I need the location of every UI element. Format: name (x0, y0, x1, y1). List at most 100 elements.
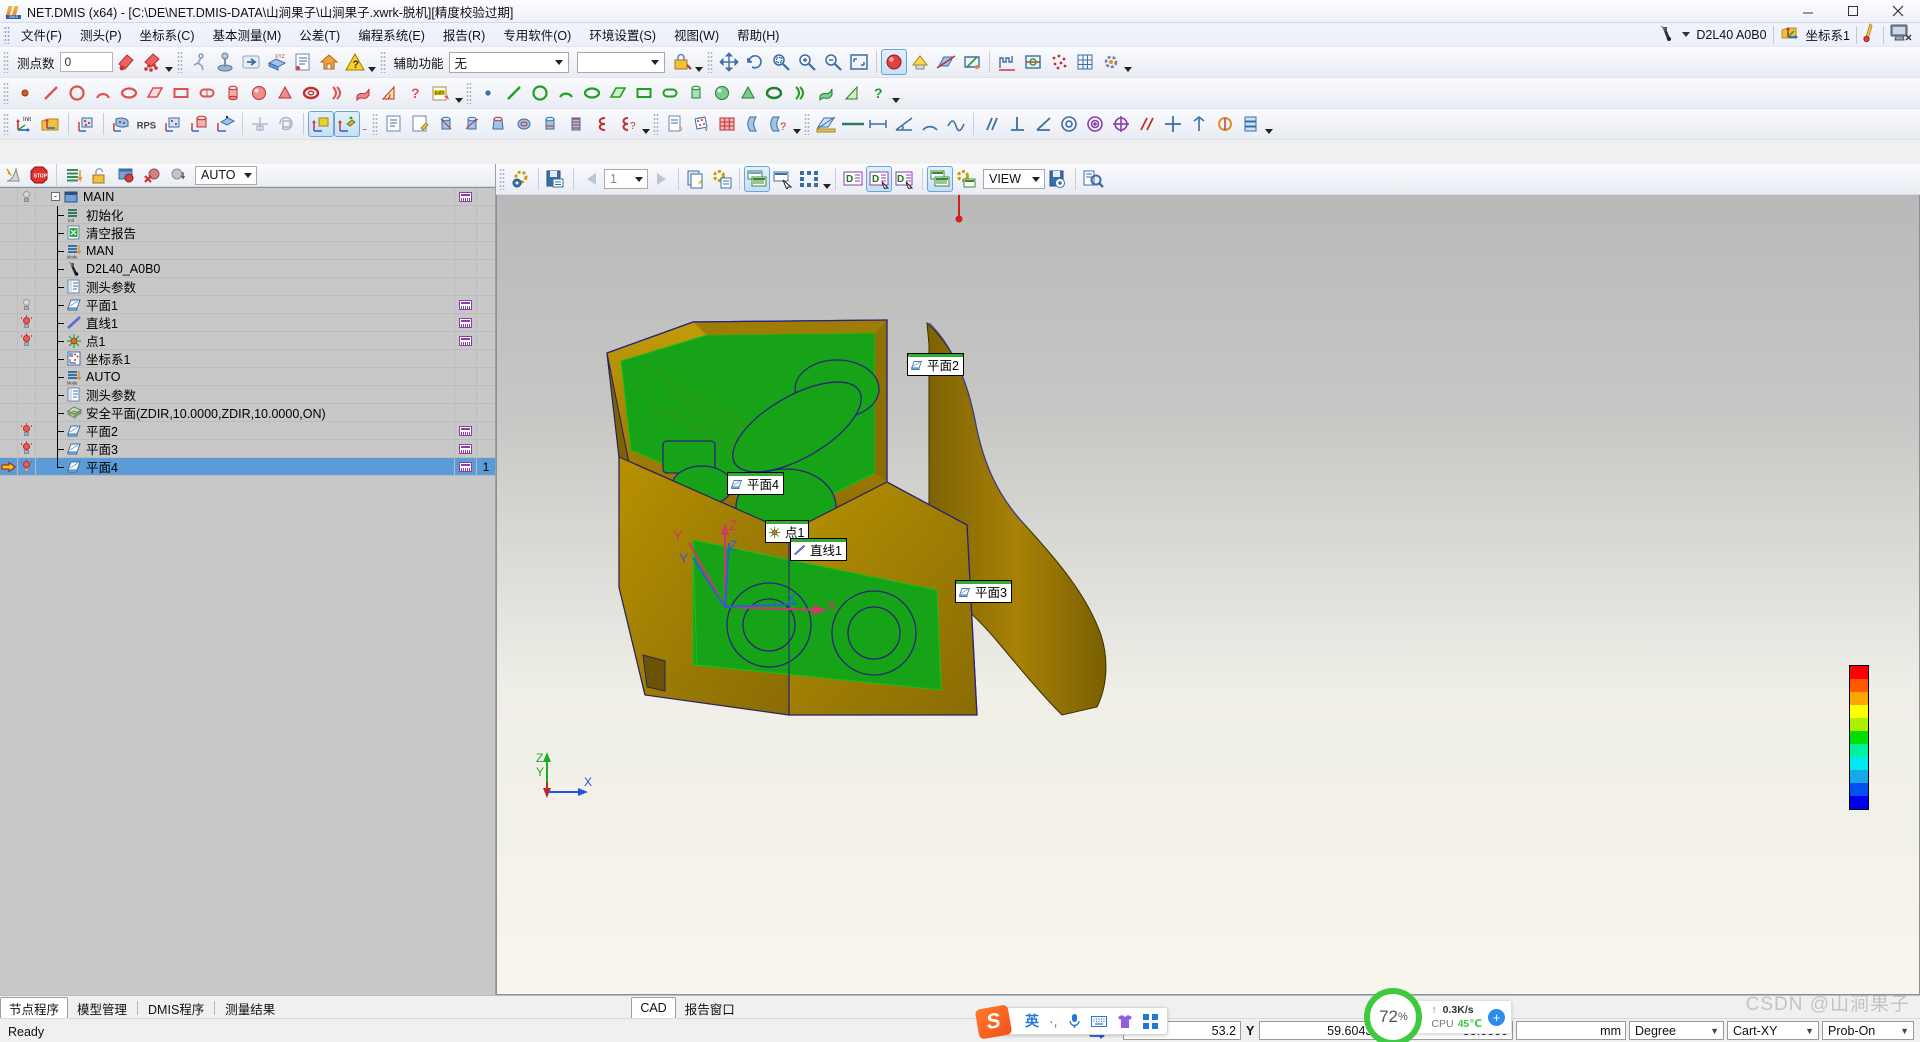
show-labels-icon[interactable] (744, 166, 770, 192)
dim-tool-icon[interactable] (865, 111, 891, 137)
tree-row[interactable]: Mode AUTO (0, 367, 495, 386)
torus-feature-icon[interactable] (298, 80, 324, 106)
angle-unit-combo[interactable]: Degree ▼ (1629, 1021, 1724, 1040)
circularity-icon[interactable] (1056, 111, 1082, 137)
toolbar-grip[interactable] (706, 51, 713, 73)
menu-file[interactable]: 文件(F) (12, 22, 71, 47)
pick-label-icon[interactable] (770, 166, 796, 192)
cone-meas-icon[interactable] (485, 111, 511, 137)
cube-align-icon[interactable] (308, 111, 334, 137)
save-disk-icon[interactable] (1045, 166, 1071, 192)
program-order-icon[interactable] (61, 162, 87, 188)
align-axis-icon[interactable] (247, 111, 273, 137)
tree-node-body[interactable]: 安全平面(ZDIR,10.0000,ZDIR,10.0000,ON) (36, 403, 455, 422)
keyboard-icon[interactable] (1090, 1015, 1107, 1028)
tab-dmis-program[interactable]: DMIS程序 (139, 997, 213, 1018)
tree-row[interactable]: 坐标系1 (0, 349, 495, 368)
cad-feature-label[interactable]: 平面4 (727, 472, 784, 495)
toolbar-overflow-button[interactable]: − (360, 112, 369, 136)
chevron-down-icon[interactable] (1682, 32, 1691, 37)
unknown-feature-icon[interactable]: ? (402, 80, 428, 106)
edge-auto-icon[interactable] (839, 80, 865, 106)
load-coordsys-icon[interactable] (38, 111, 64, 137)
rps-coordsys-icon[interactable]: RPS (134, 111, 160, 137)
line-feature-icon[interactable] (38, 80, 64, 106)
cube-coordsys-icon[interactable] (73, 111, 99, 137)
init-coordsys-icon[interactable]: Init (12, 111, 38, 137)
tree-node-body[interactable]: - MAIN (36, 188, 455, 206)
plane-feature-icon[interactable] (142, 80, 168, 106)
toolbar-overflow-button[interactable] (792, 112, 801, 136)
probe-head-icon[interactable] (1658, 25, 1676, 45)
cad-settings-icon[interactable] (508, 166, 534, 192)
expand-plus-icon[interactable]: + (1488, 1008, 1505, 1026)
sphere-meas-icon[interactable] (511, 111, 537, 137)
report-toggle-icon[interactable] (455, 331, 477, 350)
copy-settings-icon[interactable] (709, 166, 735, 192)
surface-patch-icon[interactable] (740, 111, 766, 137)
chevron-down-icon[interactable] (551, 53, 568, 72)
grid-icon[interactable] (1072, 49, 1098, 75)
surface-coordsys-icon[interactable] (212, 111, 238, 137)
rotate-coordsys-icon[interactable] (273, 111, 299, 137)
axis-align-icon[interactable] (334, 111, 360, 137)
probe-parameter-icon[interactable] (290, 49, 316, 75)
fit-view-icon[interactable] (846, 49, 872, 75)
toolbar-overflow-button[interactable] (368, 50, 377, 74)
program-tree[interactable]: - MAIN Init 初始化 清空报告 Mode MAN D2L40_A0B0 测头参数 平面1… (0, 187, 495, 995)
report-toggle-icon[interactable] (455, 457, 477, 476)
measured-points-input[interactable] (59, 52, 113, 72)
surface-feature-icon[interactable] (350, 80, 376, 106)
tree-row[interactable]: 平面3 (0, 439, 495, 458)
arc-feature-icon[interactable] (90, 80, 116, 106)
chevron-down-icon[interactable] (647, 53, 664, 72)
dimension-icon[interactable] (1020, 49, 1046, 75)
toolbar-grip[interactable] (176, 51, 183, 73)
tree-row[interactable]: 清空报告 (0, 223, 495, 242)
path-icon[interactable]: path (428, 80, 454, 106)
grid-surface-icon[interactable] (714, 111, 740, 137)
curve-auto-icon[interactable] (787, 80, 813, 106)
menu-probe[interactable]: 测头(P) (71, 22, 131, 47)
toolbar-grip[interactable] (3, 51, 9, 73)
tree-node-body[interactable]: 平面4 (36, 457, 455, 476)
circle-feature-icon[interactable] (64, 80, 90, 106)
unit-field[interactable]: mm (1516, 1021, 1626, 1040)
report-toggle-icon[interactable] (455, 295, 477, 314)
tree-node-body[interactable]: D2L40_A0B0 (36, 259, 455, 278)
cone-feature-icon[interactable] (272, 80, 298, 106)
tab-model-management[interactable]: 模型管理 (68, 997, 136, 1018)
tree-node-body[interactable]: 清空报告 (36, 223, 455, 242)
cylinder-meas2-icon[interactable] (459, 111, 485, 137)
tree-row[interactable]: 测头参数 (0, 385, 495, 404)
tree-node-body[interactable]: Mode AUTO (36, 367, 455, 386)
angle-feature-icon[interactable] (376, 80, 402, 106)
visibility-bulb-icon[interactable] (18, 331, 36, 350)
maximize-icon[interactable] (1830, 0, 1875, 23)
joystick-icon[interactable] (212, 49, 238, 75)
chinese-english-icon[interactable]: 英 (1025, 1011, 1039, 1031)
tree-row[interactable]: 平面4 1 (0, 457, 495, 476)
section-tool-icon[interactable] (813, 111, 839, 137)
menu-environment[interactable]: 环境设置(S) (580, 22, 665, 47)
tree-node-body[interactable]: 直线1 (36, 313, 455, 332)
tab-cad[interactable]: CAD (631, 997, 676, 1018)
toolbar-overflow-button[interactable] (165, 50, 174, 74)
report-edit-icon[interactable] (407, 111, 433, 137)
tree-node-body[interactable]: 坐标系1 (36, 349, 455, 368)
scatter-points-icon[interactable] (796, 166, 822, 192)
zoom-window-icon[interactable] (768, 49, 794, 75)
apps-grid-icon[interactable] (1142, 1013, 1158, 1029)
cad-feature-label[interactable]: 平面2 (907, 353, 964, 376)
tree-row[interactable]: 平面1 (0, 295, 495, 314)
stack-icon[interactable] (1238, 111, 1264, 137)
toolbar-grip[interactable] (372, 113, 378, 135)
tree-row[interactable]: 测头参数 (0, 277, 495, 296)
light-icon[interactable] (907, 49, 933, 75)
tree-expander-toggle[interactable]: - (51, 192, 60, 201)
minimize-icon[interactable] (1785, 0, 1830, 23)
tree-row[interactable]: 直线1 (0, 313, 495, 332)
angle-icon[interactable] (1030, 111, 1056, 137)
doc-icon[interactable] (662, 111, 688, 137)
cylinder-feature-icon[interactable] (220, 80, 246, 106)
